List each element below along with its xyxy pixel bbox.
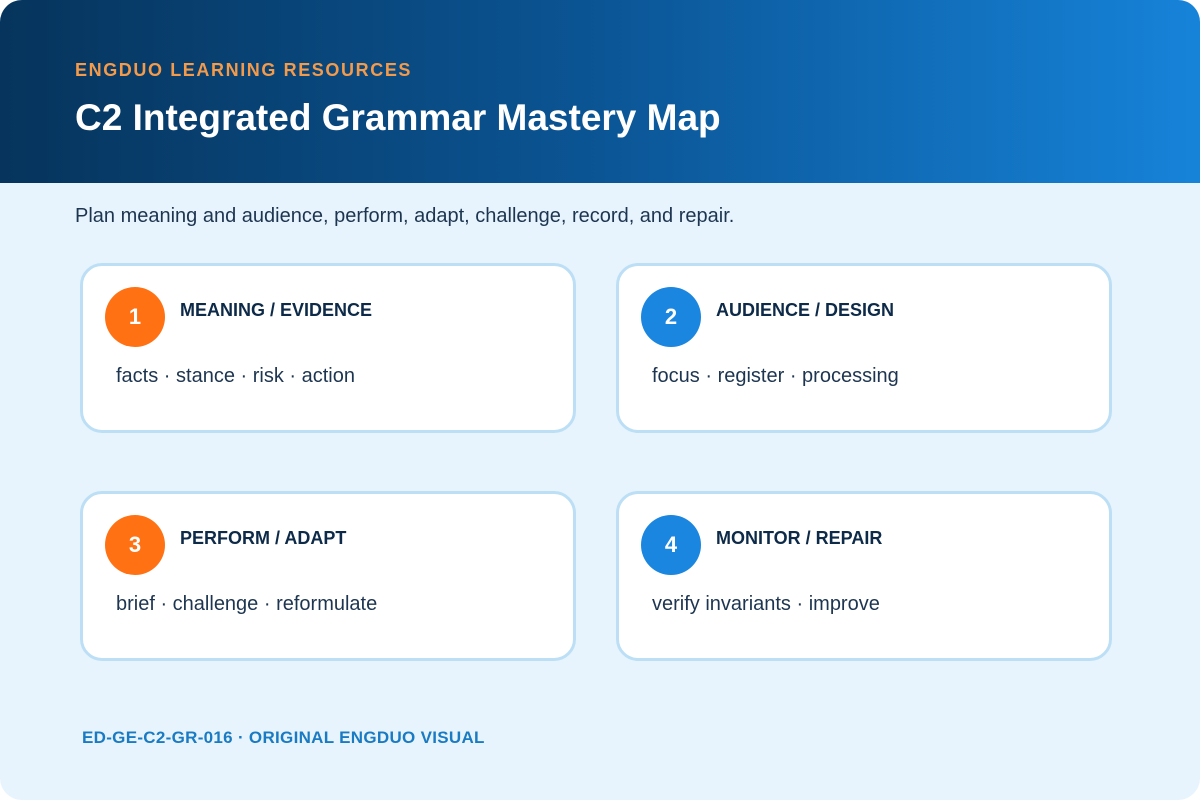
page-title: C2 Integrated Grammar Mastery Map (75, 97, 721, 138)
step-number-badge: 3 (105, 515, 165, 575)
step-card-monitor-repair: 4 MONITOR / REPAIR verify invariants · i… (616, 491, 1112, 661)
step-card-title: AUDIENCE / DESIGN (716, 300, 895, 320)
step-card-audience-design: 2 AUDIENCE / DESIGN focus · register · p… (616, 263, 1112, 433)
step-card-title: MEANING / EVIDENCE (180, 300, 373, 320)
step-card-body: facts · stance · risk · action (116, 365, 355, 387)
step-card-body: verify invariants · improve (652, 593, 880, 615)
step-card-body: focus · register · processing (652, 365, 899, 387)
map-panel: ENGDUO LEARNING RESOURCES C2 Integrated … (0, 0, 1200, 800)
step-card-title: PERFORM / ADAPT (180, 528, 347, 548)
header-banner: ENGDUO LEARNING RESOURCES C2 Integrated … (0, 0, 1200, 183)
step-card-title: MONITOR / REPAIR (716, 528, 883, 548)
page-subtitle: Plan meaning and audience, perform, adap… (75, 205, 735, 227)
step-card-body: brief · challenge · reformulate (116, 593, 378, 615)
step-number-badge: 1 (105, 287, 165, 347)
resource-code-footer: ED-GE-C2-GR-016 · ORIGINAL ENGDUO VISUAL (82, 728, 485, 747)
brand-eyebrow: ENGDUO LEARNING RESOURCES (75, 60, 413, 80)
step-card-perform-adapt: 3 PERFORM / ADAPT brief · challenge · re… (80, 491, 576, 661)
step-number-badge: 2 (641, 287, 701, 347)
step-number-badge: 4 (641, 515, 701, 575)
step-card-meaning-evidence: 1 MEANING / EVIDENCE facts · stance · ri… (80, 263, 576, 433)
